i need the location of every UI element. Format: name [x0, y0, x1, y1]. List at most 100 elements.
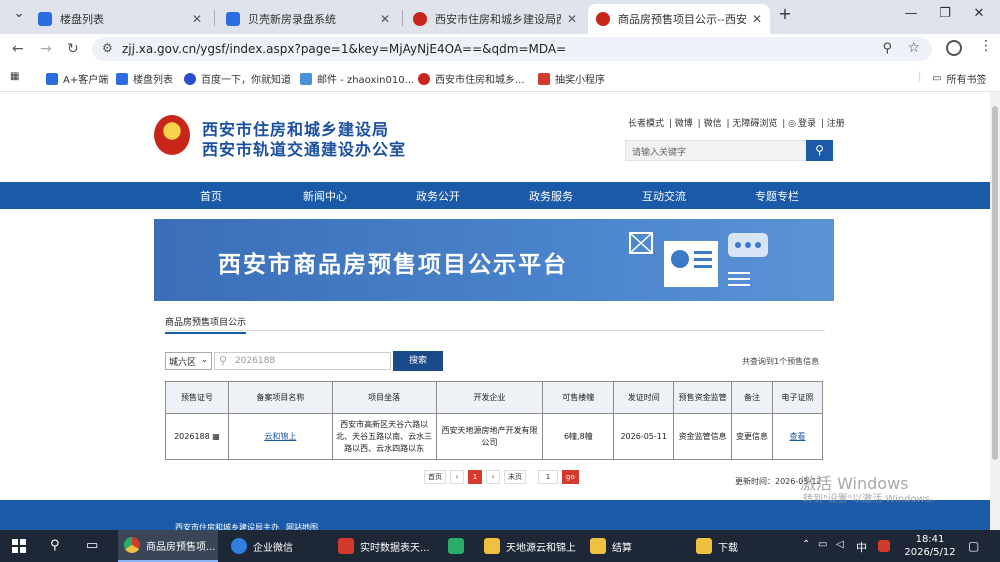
fund-info-link[interactable]: 资金监管信息	[673, 413, 733, 460]
close-icon[interactable]: ✕	[192, 12, 202, 26]
register-link[interactable]: 注册	[827, 119, 845, 129]
bookmark-item[interactable]: A+客户端	[46, 71, 108, 86]
search-button[interactable]: 搜索	[393, 351, 443, 371]
tab-presale-projects[interactable]: 商品房预售项目公示	[165, 315, 247, 334]
chevron-up-icon[interactable]: ⌃	[802, 539, 810, 550]
col-developer: 开发企业	[435, 381, 544, 414]
system-clock[interactable]: 18:41 2026/5/12	[902, 533, 958, 559]
minimize-icon[interactable]: —	[896, 6, 926, 21]
footer-sitemap-link[interactable]: 网站地图	[286, 522, 318, 530]
restore-icon[interactable]: ❐	[930, 6, 960, 21]
site-search-input[interactable]: 请输入关键字	[625, 140, 807, 161]
chrome-icon	[124, 537, 140, 553]
bookmark-item[interactable]: 邮件 - zhaoxin010...	[300, 71, 414, 86]
bookmark-item[interactable]: 楼盘列表	[116, 71, 173, 86]
reload-icon[interactable]: ↻	[67, 41, 79, 57]
windows-taskbar: ⚲ ▭ 商品房预售项... 企业微信 实时数据表天... 天地源云和锦上 结算 …	[0, 530, 1000, 562]
taskbar-app-folder[interactable]: 结算	[584, 530, 684, 562]
forward-icon[interactable]: →	[40, 41, 52, 57]
nav-gov-info[interactable]: 政务公开	[416, 188, 460, 204]
wechat-link[interactable]: 微信	[704, 119, 722, 129]
taskbar-app-chrome[interactable]: 商品房预售项...	[118, 530, 218, 562]
bookmark-favicon-icon	[538, 72, 550, 85]
tab-title: 贝壳新房录盘系统	[248, 13, 336, 26]
current-page[interactable]: 1	[468, 470, 482, 484]
taskbar-app-wps[interactable]: 实时数据表天...	[332, 530, 437, 562]
taskbar-app-folder[interactable]: 下载	[690, 530, 790, 562]
accessibility-link[interactable]: 无障碍浏览	[732, 119, 777, 129]
profile-icon[interactable]	[946, 40, 962, 56]
all-bookmarks[interactable]: ▭ 所有书签	[932, 71, 986, 86]
bookmark-item[interactable]: 抽奖小程序	[538, 71, 605, 86]
task-view-icon[interactable]: ▭	[86, 538, 98, 553]
window-close-icon[interactable]: ✕	[964, 6, 994, 21]
change-info-link[interactable]: 变更信息	[731, 413, 774, 460]
taskbar-app-folder[interactable]: 天地源云和锦上	[478, 530, 578, 562]
nav-topics[interactable]: 专题专栏	[755, 188, 799, 204]
all-bookmarks-label: 所有书签	[946, 75, 987, 86]
tab-1[interactable]: 楼盘列表 ✕	[30, 4, 210, 34]
search-icon[interactable]: ⚲	[50, 538, 60, 553]
bookmark-item[interactable]: 西安市住房和城乡...	[418, 71, 525, 86]
district-select[interactable]: 城六区 ⌄	[165, 352, 212, 370]
bookmark-label: A+客户端	[63, 75, 109, 86]
bookmark-label: 邮件 - zhaoxin010...	[317, 75, 415, 86]
taskbar-app-wechat[interactable]	[442, 530, 472, 562]
buildings-cell: 6幢,8幢	[542, 413, 615, 460]
tab-3[interactable]: 西安市住房和城乡建设局西安市 ✕	[405, 4, 585, 34]
bookmark-favicon-icon	[418, 72, 430, 85]
address-bar[interactable]: ⚙ zjj.xa.gov.cn/ygsf/index.aspx?page=1&k…	[92, 37, 932, 61]
zoom-icon[interactable]: ⚲	[882, 41, 892, 56]
notification-icon[interactable]: ▢	[968, 539, 979, 553]
weibo-link[interactable]: 微博	[675, 119, 693, 129]
wps-icon	[338, 538, 354, 554]
tab-title: 楼盘列表	[60, 13, 104, 26]
project-link[interactable]: 云和锦上	[264, 432, 296, 441]
login-link[interactable]: 登录	[798, 119, 816, 129]
taskbar-app-label: 天地源云和锦上	[506, 542, 576, 554]
apps-grid-icon[interactable]: ▦	[10, 71, 19, 82]
bookmark-label: 西安市住房和城乡...	[435, 75, 525, 86]
bookmark-item[interactable]: 百度一下，你就知道	[184, 71, 291, 86]
nav-home[interactable]: 首页	[200, 188, 222, 204]
back-icon[interactable]: ←	[12, 41, 24, 57]
banner-illustration-icon	[629, 232, 768, 287]
close-icon[interactable]: ✕	[380, 12, 390, 26]
elder-mode-link[interactable]: 长者模式	[628, 119, 664, 129]
tab-4-active[interactable]: 商品房预售项目公示--西安市住 ✕	[588, 4, 770, 34]
new-tab-icon[interactable]: +	[770, 4, 800, 23]
taskbar-app-wecom[interactable]: 企业微信	[225, 530, 325, 562]
battery-icon[interactable]: ▭	[818, 539, 827, 550]
site-search-button[interactable]: ⚲	[806, 140, 833, 161]
last-page-button[interactable]: 末页	[504, 470, 526, 484]
platform-banner: 西安市商品房预售项目公示平台	[154, 219, 834, 301]
tray-app-icon[interactable]	[878, 540, 890, 552]
prev-page-button[interactable]: ‹	[450, 470, 464, 484]
search-icon: ⚲	[815, 143, 824, 157]
site-info-icon[interactable]: ⚙	[102, 41, 113, 55]
close-icon[interactable]: ✕	[567, 12, 577, 26]
go-button[interactable]: go	[562, 470, 579, 484]
query-input[interactable]: ⚲ 2026188	[214, 352, 391, 370]
url-text[interactable]: zjj.xa.gov.cn/ygsf/index.aspx?page=1&key…	[122, 42, 566, 56]
nav-services[interactable]: 政务服务	[529, 188, 573, 204]
nav-news[interactable]: 新闻中心	[303, 188, 347, 204]
menu-icon[interactable]: ⋮	[979, 38, 993, 54]
goto-page-input[interactable]: 1	[538, 470, 558, 484]
qr-code-icon[interactable]: ▦	[212, 432, 220, 441]
next-page-button[interactable]: ›	[486, 470, 500, 484]
first-page-button[interactable]: 首页	[424, 470, 446, 484]
close-icon[interactable]: ✕	[752, 12, 762, 26]
scrollbar-thumb[interactable]	[992, 106, 998, 460]
speaker-icon[interactable]: ◁	[836, 539, 844, 550]
bookmark-label: 楼盘列表	[133, 75, 173, 86]
ime-indicator[interactable]: 中	[856, 539, 867, 555]
windows-start-icon[interactable]	[12, 539, 26, 553]
web-page: 西安市住房和城乡建设局 西安市轨道交通建设办公室 长者模式 | 微博 | 微信 …	[0, 92, 990, 530]
table-row: 2026188 ▦ 云和锦上 西安市高新区天谷六路以北、天谷五路以南、云水三路以…	[165, 413, 823, 460]
nav-interaction[interactable]: 互动交流	[642, 188, 686, 204]
page-scrollbar[interactable]	[990, 92, 1000, 530]
bookmark-star-icon[interactable]: ☆	[907, 40, 920, 56]
view-license-link[interactable]: 查看	[790, 432, 806, 441]
tab-2[interactable]: 贝壳新房录盘系统 ✕	[218, 4, 398, 34]
